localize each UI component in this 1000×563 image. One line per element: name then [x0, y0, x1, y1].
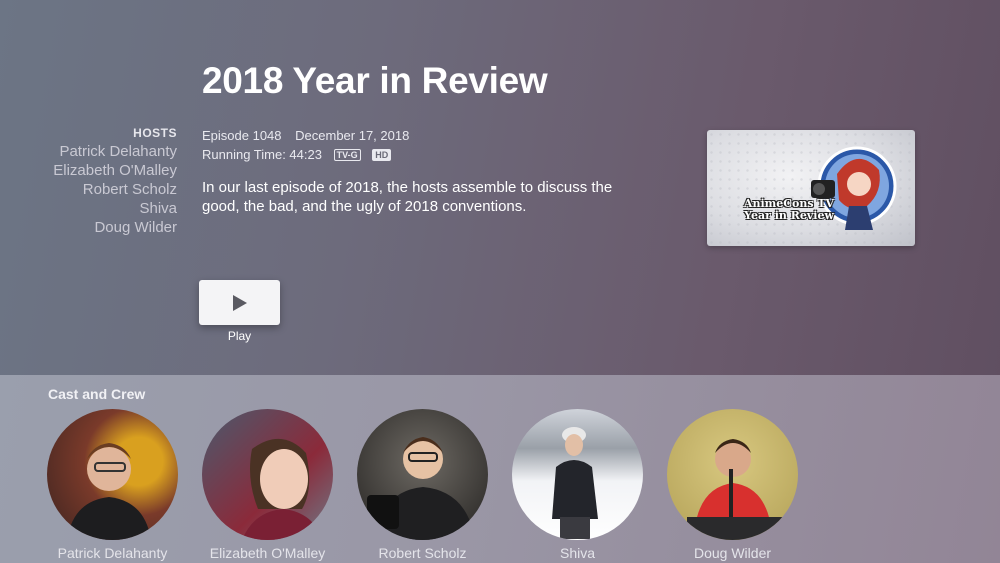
episode-date: December 17, 2018: [295, 128, 410, 143]
cast-and-crew: Cast and Crew Patrick Delahanty Elizabet…: [0, 375, 1000, 563]
cast-member-name: Shiva: [559, 545, 596, 561]
host-name: Doug Wilder: [94, 219, 177, 236]
host-name: Robert Scholz: [82, 181, 177, 198]
cast-member-name: Robert Scholz: [378, 545, 467, 561]
play-icon: [232, 294, 247, 311]
cast-member-name: Elizabeth O'Malley: [209, 545, 326, 561]
avatar: [47, 409, 178, 540]
cast-member[interactable]: Elizabeth O'Malley: [190, 409, 345, 561]
mascot-camera-icon: [811, 146, 897, 230]
host-name: Shiva: [139, 200, 177, 217]
avatar: [202, 409, 333, 540]
cast-member[interactable]: Patrick Delahanty: [35, 409, 190, 561]
hd-badge: HD: [372, 149, 392, 161]
cast-member[interactable]: Robert Scholz: [345, 409, 500, 561]
avatar: [667, 409, 798, 540]
cast-member-name: Doug Wilder: [693, 545, 772, 561]
rating-badge: TV-G: [333, 149, 361, 161]
host-name: Elizabeth O'Malley: [53, 162, 177, 179]
running-time: Running Time: 44:23: [202, 147, 322, 162]
play-button[interactable]: [199, 280, 280, 325]
hosts-label: HOSTS: [133, 126, 177, 140]
thumbnail-caption: AnimeCons TV Year in Review: [743, 197, 835, 222]
episode-meta: Episode 1048 December 17, 2018 Running T…: [202, 126, 409, 164]
episode-number: Episode 1048: [202, 128, 282, 143]
play-label: Play: [227, 329, 252, 343]
cast-member-name: Patrick Delahanty: [57, 545, 168, 561]
avatar: [357, 409, 488, 540]
episode-hero: 2018 Year in Review HOSTS Patrick Delaha…: [0, 0, 1000, 375]
hosts-list: HOSTS Patrick Delahanty Elizabeth O'Mall…: [7, 126, 177, 237]
episode-description: In our last episode of 2018, the hosts a…: [202, 179, 613, 215]
cast-member[interactable]: Shiva: [500, 409, 655, 561]
host-name: Patrick Delahanty: [59, 143, 177, 160]
episode-thumbnail: AnimeCons TV Year in Review: [707, 130, 915, 246]
cast-member[interactable]: Doug Wilder: [655, 409, 810, 561]
cast-section-title: Cast and Crew: [48, 386, 146, 402]
page-title: 2018 Year in Review: [202, 60, 548, 101]
avatar: [512, 409, 643, 540]
